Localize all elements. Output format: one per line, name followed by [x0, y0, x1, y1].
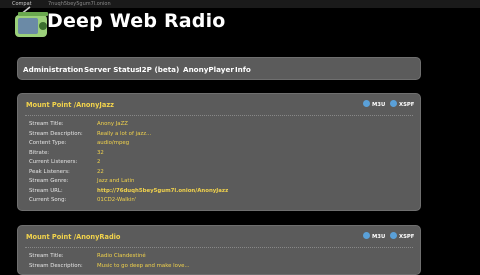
- field-key: Stream Title:: [29, 121, 64, 127]
- field-key: Current Song:: [29, 197, 67, 203]
- field-key: Current Listeners:: [29, 159, 78, 165]
- field-key: Stream Title:: [29, 253, 64, 259]
- m3u-link[interactable]: M3U: [363, 232, 386, 242]
- main-nav: Administration Server Status I2P (beta) …: [17, 57, 421, 80]
- field-value: 01CD2-Walkin': [97, 197, 137, 203]
- xspf-link[interactable]: XSPF: [390, 232, 415, 242]
- mount-panel-anonyradio: Mount Point /AnonyRadio M3U XSPF Stream …: [17, 225, 421, 275]
- m3u-link[interactable]: M3U: [363, 100, 386, 110]
- xspf-label: XSPF: [399, 234, 415, 240]
- mount-point-title: Mount Point /AnonyJazz: [26, 101, 114, 109]
- field-value: audio/mpeg: [97, 140, 130, 146]
- field-value: Jazz and Latin: [97, 178, 135, 184]
- playlist-icon: [390, 100, 397, 107]
- field-value: Radio Clandestiné: [97, 253, 146, 259]
- divider: [25, 115, 413, 116]
- mount-panel-anonyjazz: Mount Point /AnonyJazz M3U XSPF Stream T…: [17, 93, 421, 211]
- field-value: Anony JaZZ: [97, 121, 129, 127]
- m3u-label: M3U: [372, 234, 386, 240]
- xspf-label: XSPF: [399, 102, 415, 108]
- nav-server-status[interactable]: Server Status: [84, 58, 140, 81]
- nav-info[interactable]: Info: [235, 58, 251, 81]
- field-key: Stream Genre:: [29, 178, 69, 184]
- nav-administration[interactable]: Administration: [23, 58, 83, 81]
- nav-anonyplayer[interactable]: AnonyPlayer: [183, 58, 234, 81]
- playlist-icon: [390, 232, 397, 239]
- mount-point-title: Mount Point /AnonyRadio: [26, 233, 121, 241]
- playlist-icon: [363, 232, 370, 239]
- playlist-icon: [363, 100, 370, 107]
- xspf-link[interactable]: XSPF: [390, 100, 415, 110]
- browser-status-bar: Compat 7nuqh5bey5gum7l.onion: [0, 0, 480, 8]
- m3u-label: M3U: [372, 102, 386, 108]
- page-title: Deep Web Radio: [47, 10, 226, 32]
- field-value: 2: [97, 159, 101, 165]
- nav-i2p[interactable]: I2P (beta): [139, 58, 179, 81]
- field-key: Content Type:: [29, 140, 67, 146]
- divider: [25, 247, 413, 248]
